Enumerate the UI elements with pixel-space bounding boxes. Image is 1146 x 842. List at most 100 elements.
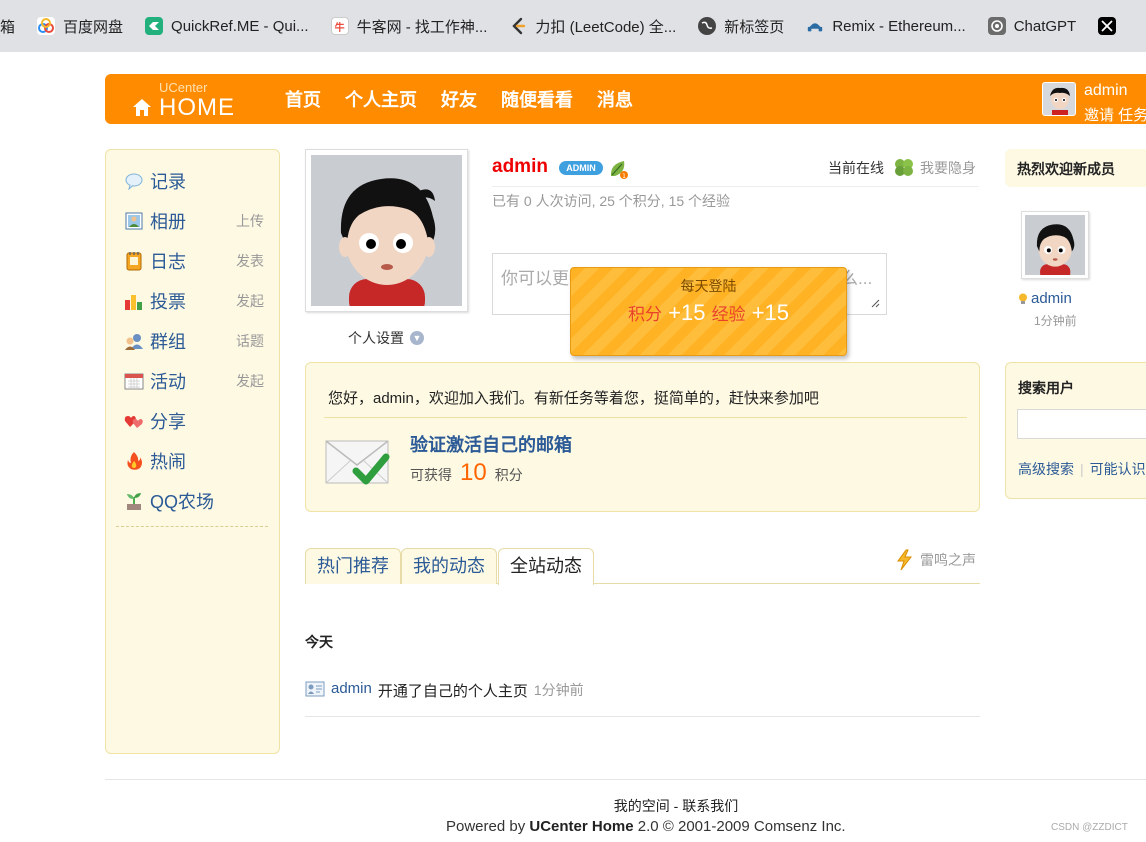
task-welcome-message: 您好，admin，欢迎加入我们。有新任务等着您，挺简单的，赶快来参加吧 — [328, 390, 819, 407]
task-reward: 可获得 10 积分 — [410, 459, 523, 487]
nav-explore[interactable]: 随便看看 — [501, 86, 573, 112]
bookmark-label: 箱 — [0, 18, 16, 36]
feed-user-link[interactable]: admin — [331, 680, 372, 697]
bookmark-item[interactable]: 力扣 (LeetCode) 全... — [498, 0, 687, 52]
sidebar-item-records[interactable]: 记录 — [124, 166, 264, 196]
footer-links-wrap: 我的空间 - 联系我们 — [0, 796, 1146, 816]
sidebar-item-poll[interactable]: 投票 发起 — [124, 286, 264, 316]
sidebar-item-share[interactable]: 分享 — [124, 406, 264, 436]
powered-product[interactable]: UCenter Home — [529, 818, 633, 835]
logo-big-text: HOME — [159, 94, 235, 121]
profile-avatar[interactable] — [305, 149, 468, 312]
sidebar-item-album[interactable]: 相册 上传 — [124, 206, 264, 236]
nav-profile[interactable]: 个人主页 — [345, 86, 417, 112]
watermark: CSDN @ZZDICT — [1051, 822, 1128, 833]
sidebar-item-blog[interactable]: 日志 发表 — [124, 246, 264, 276]
nav-home[interactable]: 首页 — [285, 86, 321, 112]
list-item: admin 开通了自己的个人主页 1分钟前 — [305, 680, 980, 717]
nav-messages[interactable]: 消息 — [597, 86, 633, 112]
chevron-down-icon: ▼ — [410, 331, 424, 345]
people-you-may-know-link[interactable]: 可能认识 — [1090, 461, 1146, 477]
sidebar-item-label: 热闹 — [150, 452, 186, 472]
resize-grip-icon[interactable] — [870, 298, 880, 308]
feed-section-title: 今天 — [305, 634, 333, 650]
quickref-icon — [145, 17, 164, 35]
sidebar-item-action[interactable]: 发起 — [236, 291, 264, 311]
reward-suffix: 积分 — [494, 467, 523, 483]
bookmark-item[interactable]: 百度网盘 — [26, 0, 134, 52]
go-invisible-link[interactable]: 我要隐身 — [920, 158, 976, 178]
feed-time: 1分钟前 — [533, 682, 584, 698]
x-icon — [1098, 17, 1117, 35]
sidebar-item-label: 日志 — [150, 252, 186, 272]
globe-icon — [698, 17, 717, 35]
task-title-link[interactable]: 验证激活自己的邮箱 — [410, 431, 572, 457]
footer-powered: Powered by UCenter Home 2.0 © 2001-2009 … — [446, 818, 846, 835]
nowcoder-icon: 牛 — [330, 17, 349, 35]
leaf-icon: 1 — [610, 161, 628, 180]
bookmark-label: 牛客网 - 找工作神... — [356, 18, 488, 36]
clover-icon — [895, 159, 913, 176]
chatgpt-icon — [987, 17, 1006, 35]
bookmark-label: 力扣 (LeetCode) 全... — [535, 18, 677, 36]
feed-tabs: 热门推荐 我的动态 全站动态 — [305, 548, 980, 585]
main-nav: 首页 个人主页 好友 随便看看 消息 — [285, 74, 657, 124]
bookmark-item[interactable]: 箱 — [0, 0, 26, 52]
avatar[interactable] — [1042, 82, 1076, 116]
popup-exp-value: +15 — [751, 300, 790, 325]
popup-reward: 积分 +15 经验 +15 — [571, 300, 846, 326]
sidebar-item-label: QQ农场 — [150, 492, 215, 512]
sprout-icon — [124, 491, 144, 511]
sidebar-item-action[interactable]: 上传 — [236, 211, 264, 231]
bulb-icon — [1019, 293, 1027, 304]
feed-text: 开通了自己的个人主页 — [377, 683, 528, 700]
tab-hot[interactable]: 热门推荐 — [305, 548, 401, 584]
sidebar-item-label: 分享 — [150, 412, 186, 432]
sidebar-item-action[interactable]: 发表 — [236, 251, 264, 271]
reward-value: 10 — [460, 459, 487, 486]
baidu-pan-icon — [37, 17, 56, 35]
new-member-name: admin — [1031, 290, 1072, 307]
sidebar-item-trending[interactable]: 热闹 — [124, 446, 264, 476]
personal-settings-link[interactable]: 个人设置 ▼ — [348, 328, 424, 348]
notebook-icon — [124, 251, 144, 271]
chat-bubble-icon — [124, 171, 144, 191]
photo-icon — [124, 211, 144, 231]
bookmark-item[interactable]: 新标签页 — [687, 0, 795, 52]
profile-name[interactable]: admin — [492, 156, 548, 178]
sidebar-item-qq-farm[interactable]: QQ农场 — [124, 486, 264, 516]
header-user-links[interactable]: 邀请 任务 — [1084, 104, 1146, 125]
sidebar-item-groups[interactable]: 群组 话题 — [124, 326, 264, 356]
new-member-link[interactable]: admin — [1018, 290, 1072, 307]
tab-my-activity[interactable]: 我的动态 — [401, 548, 497, 584]
nav-friends[interactable]: 好友 — [441, 86, 477, 112]
sidebar-item-label: 记录 — [150, 172, 186, 192]
sidebar-item-events[interactable]: 活动 发起 — [124, 366, 264, 396]
advanced-search-link[interactable]: 高级搜索 — [1018, 461, 1074, 477]
footer-divider — [105, 779, 1146, 780]
tab-site-activity[interactable]: 全站动态 — [498, 548, 594, 585]
popup-exp-label: 经验 — [711, 305, 746, 324]
bookmark-item[interactable]: ChatGPT — [977, 0, 1088, 52]
user-search-links: 高级搜索 | 可能认识 — [1018, 461, 1146, 477]
task-divider — [324, 417, 967, 418]
header-username[interactable]: admin — [1084, 82, 1128, 100]
bookmark-item[interactable]: Remix - Ethereum... — [795, 0, 976, 52]
bookmark-item[interactable]: 牛 牛客网 - 找工作神... — [320, 0, 499, 52]
sidebar-item-action[interactable]: 话题 — [236, 331, 264, 351]
bookmark-label: ChatGPT — [1013, 17, 1077, 35]
bookmark-label: Remix - Ethereum... — [832, 17, 966, 35]
remix-icon — [806, 17, 824, 35]
avatar[interactable] — [1021, 211, 1089, 279]
leetcode-icon — [509, 17, 527, 35]
sidebar-item-label: 群组 — [150, 332, 186, 352]
sidebar-item-label: 活动 — [150, 372, 186, 392]
sidebar-item-action[interactable]: 发起 — [236, 371, 264, 391]
bookmark-item[interactable] — [1087, 0, 1135, 52]
thunder-link[interactable]: 雷鸣之声 — [920, 550, 976, 570]
footer-links[interactable]: 我的空间 - 联系我们 — [0, 796, 1146, 816]
reward-prefix: 可获得 — [410, 467, 452, 483]
bookmarks-bar: 箱 百度网盘 QuickRef.ME - Qui... 牛 牛客网 - 找工作神… — [0, 0, 1146, 52]
user-search-input[interactable] — [1017, 409, 1146, 439]
bookmark-item[interactable]: QuickRef.ME - Qui... — [134, 0, 320, 52]
